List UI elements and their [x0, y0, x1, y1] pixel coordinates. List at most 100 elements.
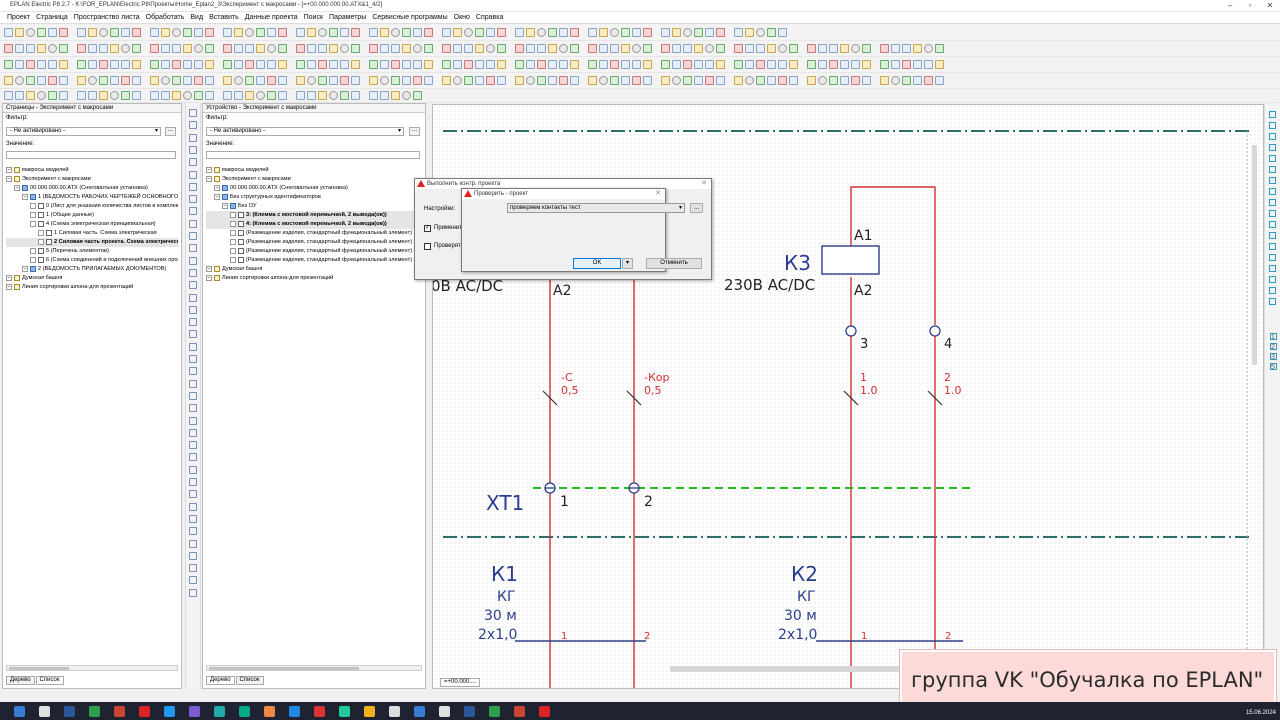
toolbar-button[interactable] — [734, 60, 743, 69]
toolbar-button[interactable] — [4, 60, 13, 69]
toolbar-button[interactable] — [256, 44, 265, 53]
toolbar-button[interactable] — [683, 28, 692, 37]
toolbar-button[interactable] — [369, 91, 378, 100]
tab-list[interactable]: Список — [35, 676, 64, 685]
toolbar-button[interactable] — [672, 28, 681, 37]
toolbar-button[interactable] — [475, 76, 484, 85]
menu-item[interactable]: Вставить — [206, 14, 242, 21]
expand-icon[interactable] — [38, 229, 44, 236]
toolbar-button[interactable] — [194, 28, 203, 37]
taskbar-app-icon[interactable] — [139, 706, 150, 717]
toolbar-button[interactable] — [829, 60, 838, 69]
filter-options-button[interactable]: ... — [165, 127, 176, 136]
toolbar-button[interactable] — [745, 44, 754, 53]
toolbar-button[interactable] — [526, 28, 535, 37]
toolbar-button[interactable] — [643, 76, 652, 85]
toolbar-button[interactable] — [497, 28, 506, 37]
toolbar-button[interactable] — [278, 44, 287, 53]
insert-tool-button[interactable] — [189, 564, 197, 573]
toolbar-button[interactable] — [632, 44, 641, 53]
toolbar-button[interactable] — [891, 44, 900, 53]
insert-tool-button[interactable] — [189, 391, 197, 400]
toolbar-button[interactable] — [245, 91, 254, 100]
toolbar-button[interactable] — [548, 60, 557, 69]
toolbar-button[interactable] — [110, 60, 119, 69]
apply-whole-project-checkbox[interactable]: ✓ — [424, 225, 431, 232]
toolbar-button[interactable] — [172, 91, 181, 100]
expand-icon[interactable]: – — [222, 202, 228, 209]
toolbar-button[interactable] — [351, 91, 360, 100]
toolbar-button[interactable] — [599, 28, 608, 37]
toolbar-button[interactable] — [267, 44, 276, 53]
toolbar-button[interactable] — [464, 28, 473, 37]
toolbar-button[interactable] — [862, 44, 871, 53]
toolbar-button[interactable] — [862, 60, 871, 69]
toolbar-button[interactable] — [380, 91, 389, 100]
toolbar-button[interactable] — [789, 60, 798, 69]
right-tool-button[interactable] — [1269, 144, 1276, 151]
expand-icon[interactable] — [30, 256, 36, 263]
expand-icon[interactable]: – — [6, 274, 12, 281]
toolbar-button[interactable] — [329, 91, 338, 100]
pages-hscroll[interactable] — [6, 665, 178, 671]
toolbar-button[interactable] — [621, 44, 630, 53]
toolbar-button[interactable] — [307, 76, 316, 85]
tree-item[interactable]: – 2 (ВЕДОМОСТЬ ПРИЛАГАЕМЫХ ДОКУМЕНТОВ) — [6, 265, 178, 274]
insert-tool-button[interactable] — [189, 441, 197, 450]
toolbar-button[interactable] — [442, 44, 451, 53]
toolbar-button[interactable] — [464, 60, 473, 69]
toolbar-button[interactable] — [380, 44, 389, 53]
toolbar-button[interactable] — [716, 28, 725, 37]
toolbar-button[interactable] — [380, 28, 389, 37]
tree-item[interactable]: 6 (Схема соединений и подключений внешни… — [6, 256, 178, 265]
toolbar-button[interactable] — [475, 60, 484, 69]
menu-item[interactable]: Страница — [33, 14, 71, 21]
toolbar-button[interactable] — [570, 44, 579, 53]
tree-item[interactable]: 1 Силовая часть. Схема электрическая — [6, 229, 178, 238]
insert-tool-button[interactable] — [189, 158, 197, 167]
toolbar-button[interactable] — [37, 60, 46, 69]
toolbar-button[interactable] — [110, 91, 119, 100]
toolbar-button[interactable] — [913, 76, 922, 85]
insert-tool-button[interactable] — [189, 367, 197, 376]
toolbar-button[interactable] — [599, 76, 608, 85]
toolbar-button[interactable] — [391, 76, 400, 85]
toolbar-button[interactable] — [442, 28, 451, 37]
toolbar-button[interactable] — [37, 91, 46, 100]
toolbar-button[interactable] — [150, 44, 159, 53]
toolbar-button[interactable] — [424, 28, 433, 37]
toolbar-button[interactable] — [329, 44, 338, 53]
toolbar-button[interactable] — [77, 60, 86, 69]
tree-item[interactable]: – Эксперимент с макросами — [6, 175, 178, 184]
toolbar-button[interactable] — [296, 28, 305, 37]
toolbar-button[interactable] — [526, 76, 535, 85]
toolbar-button[interactable] — [880, 44, 889, 53]
tree-item[interactable]: – макросы моделей — [6, 166, 178, 175]
close-icon[interactable]: ✕ — [655, 189, 661, 199]
toolbar-button[interactable] — [413, 28, 422, 37]
right-tool-button[interactable] — [1269, 298, 1276, 305]
toolbar-button[interactable] — [716, 60, 725, 69]
taskbar-app-icon[interactable] — [189, 706, 200, 717]
toolbar-button[interactable] — [121, 76, 130, 85]
toolbar-button[interactable] — [924, 76, 933, 85]
toolbar-button[interactable] — [588, 28, 597, 37]
toolbar-button[interactable] — [15, 28, 24, 37]
toolbar-button[interactable] — [132, 28, 141, 37]
toolbar-button[interactable] — [548, 44, 557, 53]
expand-icon[interactable]: – — [22, 265, 28, 272]
toolbar-button[interactable] — [77, 76, 86, 85]
toolbar-button[interactable] — [745, 76, 754, 85]
toolbar-button[interactable] — [59, 60, 68, 69]
canvas-hscroll[interactable] — [670, 666, 900, 672]
toolbar-button[interactable] — [402, 76, 411, 85]
toolbar-button[interactable] — [340, 28, 349, 37]
device-hscroll[interactable] — [206, 665, 422, 671]
insert-tool-button[interactable] — [189, 588, 197, 597]
toolbar-button[interactable] — [734, 76, 743, 85]
right-tool-button[interactable] — [1269, 210, 1276, 217]
toolbar-button[interactable] — [88, 60, 97, 69]
toolbar-button[interactable] — [548, 28, 557, 37]
toolbar-button[interactable] — [453, 60, 462, 69]
toolbar-button[interactable] — [789, 76, 798, 85]
